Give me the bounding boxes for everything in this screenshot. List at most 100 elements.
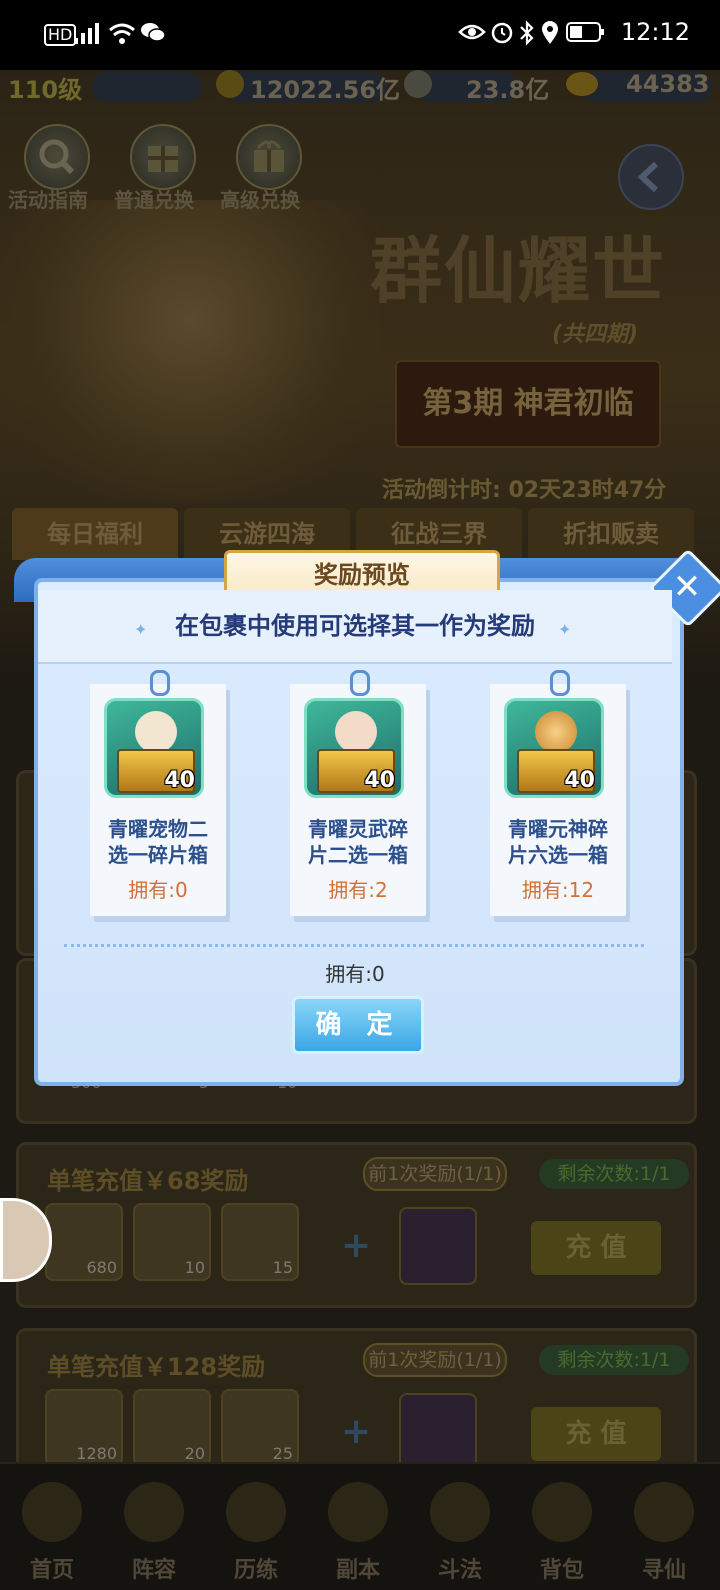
item-gold-ingots[interactable]: 680 [45,1203,123,1281]
hook-icon [350,670,370,696]
card-name-line: 青曜宠物二 [108,817,208,841]
orb-icon [535,711,577,753]
location-icon [540,20,560,53]
reward-tag: 前1次奖励(1/1) [363,1343,507,1377]
card-name-line: 青曜元神碎 [508,817,608,841]
gift-icon [254,140,284,172]
status-bar: HD 12:12 [0,0,720,70]
nav-seek-immortal[interactable]: 寻仙 [614,1464,714,1590]
reward-row: 单笔充值￥128奖励 前1次奖励(1/1) 剩余次数:1/1 1280 20 2… [16,1328,697,1474]
reward-card-weapon[interactable]: 40 青曜灵武碎 片二选一箱 拥有:2 [290,670,426,916]
card-name: 青曜元神碎 片六选一箱 [490,816,626,868]
event-subtitle: (共四期) [552,322,639,347]
pet-chest-icon: 40 [104,698,204,798]
gold-amount: 12022.56亿 [250,76,401,104]
reward-card-spirit[interactable]: 40 青曜元神碎 片六选一箱 拥有:12 [490,670,626,916]
nav-label: 斗法 [437,1558,482,1583]
item-watermelon[interactable]: 10 [133,1203,211,1281]
item-chest[interactable]: 25 [221,1389,299,1467]
bottom-nav: 首页 阵容 历练 副本 斗法 背包 寻仙 [0,1462,720,1590]
magnifier-icon [39,139,75,175]
charge-button[interactable]: 充 值 [531,1221,661,1275]
card-owned: 拥有:2 [328,878,388,902]
silver-icon [404,70,432,98]
gift-box-icon [148,146,178,172]
remain-count: 剩余次数:1/1 [539,1345,689,1375]
nav-training[interactable]: 历练 [206,1464,306,1590]
reward-card-pet[interactable]: 40 青曜宠物二 选一碎片箱 拥有:0 [90,670,226,916]
nav-label: 历练 [233,1558,278,1583]
hero-illustration [0,200,380,500]
remain-count: 剩余次数:1/1 [539,1159,689,1189]
duel-icon [430,1482,490,1542]
item-count: 10 [184,1258,205,1277]
card-name-line: 片六选一箱 [508,843,608,867]
lineup-icon [124,1482,184,1542]
pet-face-icon [135,711,177,753]
nav-label: 寻仙 [641,1558,686,1583]
card-name: 青曜宠物二 选一碎片箱 [90,816,226,868]
reward-preview-dialog: 奖励预览 ✕ ✦ 在包裹中使用可选择其一作为奖励 ✦ 40 青曜宠物二 选一碎片箱… [14,548,720,1086]
hook-icon [150,670,170,696]
advanced-exchange-button[interactable] [236,124,302,190]
nav-dungeon[interactable]: 副本 [308,1464,408,1590]
event-countdown: 活动倒计时: 02天23时47分 [382,478,667,503]
spirit-chest-icon: 40 [504,698,604,798]
item-count: 40 [564,768,595,793]
nav-label: 背包 [539,1558,584,1583]
confirm-button[interactable]: 确 定 [292,996,424,1054]
card-owned: 拥有:0 [128,878,188,902]
card-name-line: 片二选一箱 [308,843,408,867]
divider [64,944,644,947]
item-reward-chest[interactable] [399,1207,477,1285]
card-name-line: 选一碎片箱 [108,843,208,867]
normal-exchange-button[interactable] [130,124,196,190]
item-count: 15 [272,1258,293,1277]
back-button[interactable] [618,144,684,210]
item-count: 20 [184,1444,205,1463]
home-icon [22,1482,82,1542]
clock-time: 12:12 [620,18,690,46]
dialog-subtitle: 在包裹中使用可选择其一作为奖励 [175,612,535,640]
seek-icon [634,1482,694,1542]
nav-lineup[interactable]: 阵容 [104,1464,204,1590]
item-count: 680 [86,1258,117,1277]
item-watermelon[interactable]: 20 [133,1389,211,1467]
item-count: 40 [364,768,395,793]
nav-backpack[interactable]: 背包 [512,1464,612,1590]
tab-discount[interactable]: 折扣贩卖 [528,508,694,560]
training-icon [226,1482,286,1542]
item-count: 1280 [76,1444,117,1463]
battery-icon [566,20,606,51]
diamond-icon: ✦ [558,620,572,639]
exp-bar [92,72,202,102]
item-reward-chest[interactable] [399,1393,477,1471]
tab-daily-welfare[interactable]: 每日福利 [12,508,178,560]
reward-row: 单笔充值￥68奖励 前1次奖励(1/1) 剩余次数:1/1 680 10 15 … [16,1142,697,1308]
item-count: 40 [164,768,195,793]
player-level: 110级 [8,76,83,104]
plus-icon: + [341,1411,372,1452]
item-chest[interactable]: 15 [221,1203,299,1281]
advanced-exchange-label: 高级兑换 [220,188,300,212]
wifi-icon [108,20,136,53]
ingot-amount: 44383 [626,70,710,98]
ingot-icon [566,72,598,96]
bluetooth-icon [518,20,536,53]
nav-home[interactable]: 首页 [2,1464,102,1590]
charge-button[interactable]: 充 值 [531,1407,661,1461]
item-gold-ingots[interactable]: 1280 [45,1389,123,1467]
event-period: 第3期 神君初临 [395,360,661,448]
girl-face-icon [335,711,377,753]
guide-button[interactable] [24,124,90,190]
reward-tag: 前1次奖励(1/1) [363,1157,507,1191]
alarm-icon [490,20,514,51]
nav-duel[interactable]: 斗法 [410,1464,510,1590]
weapon-chest-icon: 40 [304,698,404,798]
resource-bar: 110级 12022.56亿 23.8亿 44383 [0,70,720,106]
signal-icon [72,20,102,53]
card-name: 青曜灵武碎 片二选一箱 [290,816,426,868]
nav-label: 阵容 [131,1558,176,1583]
card-owned: 拥有:12 [521,878,595,902]
nav-label: 首页 [29,1558,74,1583]
